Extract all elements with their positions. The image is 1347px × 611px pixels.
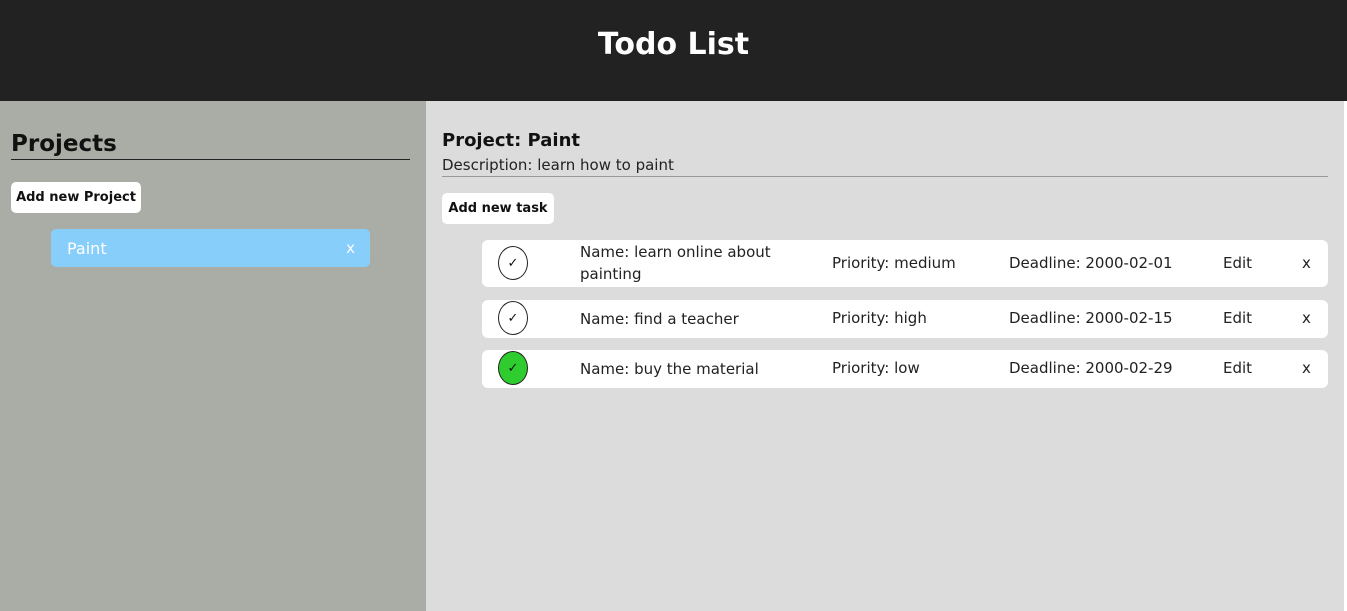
projects-heading: Projects [11,131,410,160]
task-row: ✓ Name: learn online about painting Prio… [482,240,1328,287]
task-complete-toggle[interactable]: ✓ [498,351,528,385]
add-project-button[interactable]: Add new Project [11,182,141,213]
project-detail-panel: Project: Paint Description: learn how to… [426,101,1344,611]
delete-task-button[interactable]: x [1302,254,1311,272]
task-name: Name: learn online about painting [580,243,771,283]
task-complete-toggle[interactable]: ✓ [498,301,528,335]
project-item-paint[interactable]: Paint x [51,229,370,267]
app-title: Todo List [597,27,750,62]
task-row: ✓ Name: find a teacher Priority: high De… [482,300,1328,338]
app-header: Todo List [0,0,1347,101]
edit-task-button[interactable]: Edit [1223,309,1252,327]
task-priority: Priority: high [832,309,927,327]
project-title: Project: Paint [442,130,580,151]
edit-task-button[interactable]: Edit [1223,254,1252,272]
edit-task-button[interactable]: Edit [1223,359,1252,377]
project-item-label: Paint [67,238,107,258]
divider [442,176,1328,177]
task-deadline: Deadline: 2000-02-15 [1009,309,1173,327]
delete-task-button[interactable]: x [1302,359,1311,377]
task-priority: Priority: medium [832,254,956,272]
projects-sidebar: Projects Add new Project Paint x [0,101,426,611]
task-deadline: Deadline: 2000-02-01 [1009,254,1173,272]
project-description: Description: learn how to paint [442,156,674,174]
add-task-button[interactable]: Add new task [442,193,554,224]
task-priority: Priority: low [832,359,920,377]
task-row: ✓ Name: buy the material Priority: low D… [482,350,1328,388]
task-name: Name: find a teacher [580,310,739,328]
delete-project-button[interactable]: x [346,239,355,257]
task-complete-toggle[interactable]: ✓ [498,246,528,280]
task-name: Name: buy the material [580,360,759,378]
delete-task-button[interactable]: x [1302,309,1311,327]
task-deadline: Deadline: 2000-02-29 [1009,359,1173,377]
